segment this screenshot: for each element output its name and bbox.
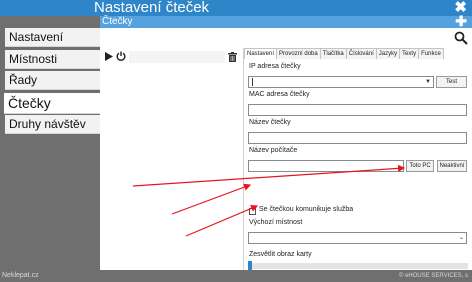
chevron-down-icon: ▼ — [425, 79, 431, 85]
tab-bar: Nastavení Provozní doba Tlačítka Číslová… — [244, 48, 444, 59]
plus-icon[interactable]: ✚ — [455, 13, 467, 29]
brighten-slider-handle[interactable] — [248, 261, 252, 270]
tab-cislovani[interactable]: Číslování — [345, 48, 377, 59]
tab-texty[interactable]: Texty — [399, 48, 420, 59]
sidebar: Nastavení Místnosti Řady Čtečky Druhy ná… — [0, 16, 101, 269]
ip-address-select[interactable]: ▼ — [248, 76, 434, 88]
main-panel: Nastavení Provozní doba Tlačítka Číslová… — [100, 28, 472, 270]
reader-name-label: Název čtečky — [249, 119, 291, 126]
mac-address-field[interactable] — [248, 104, 467, 116]
this-pc-button[interactable]: Toto PC — [406, 160, 434, 172]
tab-nastaveni[interactable]: Nastavení — [244, 48, 278, 59]
sidebar-item-nastaveni[interactable]: Nastavení — [5, 28, 101, 47]
search-icon[interactable] — [454, 31, 468, 45]
test-button[interactable]: Test — [436, 76, 467, 88]
tab-funkce[interactable]: Funkce — [418, 48, 444, 59]
reader-name-field[interactable] — [248, 132, 467, 144]
footer-copyright: © eHOUSE SERVICES, s — [399, 273, 468, 279]
default-room-select[interactable]: ⌄ — [248, 232, 467, 244]
service-checkbox-label: Se čtečkou komunikuje služba — [259, 206, 354, 213]
service-checkbox[interactable] — [249, 208, 256, 215]
pc-name-label: Název počítače — [249, 147, 298, 154]
section-title: Čtečky — [102, 16, 133, 27]
brighten-slider-track[interactable] — [248, 263, 468, 269]
play-icon[interactable] — [105, 52, 113, 61]
sidebar-item-mistnosti[interactable]: Místnosti — [5, 50, 101, 69]
ip-address-label: IP adresa čtečky — [249, 63, 301, 70]
title-bar: Nastavení čteček ✖ — [0, 0, 472, 16]
footer-brand[interactable]: Neklepat.cz — [2, 272, 39, 279]
deactivate-button[interactable]: Neaktivní — [437, 160, 467, 172]
power-icon[interactable] — [116, 51, 126, 61]
reader-details-panel: Nastavení Provozní doba Tlačítka Číslová… — [243, 48, 470, 270]
sidebar-item-druhy-navstev[interactable]: Druhy návštěv — [5, 115, 101, 134]
section-header: Čtečky ✚ — [100, 13, 472, 29]
pc-name-field[interactable] — [248, 160, 404, 172]
trash-icon[interactable] — [228, 52, 237, 62]
sidebar-item-ctecky[interactable]: Čtečky — [4, 93, 101, 114]
chevron-down-icon: ⌄ — [458, 235, 464, 241]
mac-address-label: MAC adresa čtečky — [249, 91, 310, 98]
reader-list-input[interactable] — [129, 51, 225, 63]
text-caret — [252, 78, 253, 86]
tab-provozni-doba[interactable]: Provozní doba — [276, 48, 321, 59]
tab-jazyky[interactable]: Jazyky — [375, 48, 401, 59]
brighten-card-label: Zesvětlit obraz karty — [249, 251, 312, 258]
tab-tlacitka[interactable]: Tlačítka — [319, 48, 347, 59]
sidebar-item-rady[interactable]: Řady — [5, 71, 101, 90]
default-room-label: Výchozí místnost — [249, 219, 303, 226]
